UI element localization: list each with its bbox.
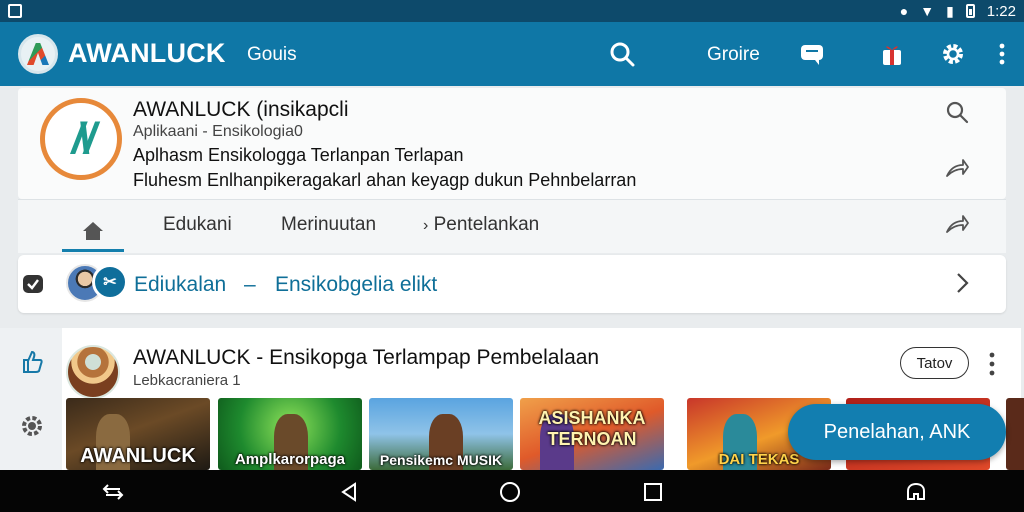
nav-recents-icon[interactable] [640,479,666,505]
gear-icon[interactable] [937,38,969,70]
thumbnail-2[interactable]: Amplkarorpaga [218,398,362,470]
app-bar: AWANLUCK Gouis Groire [0,22,1024,86]
edukasi-title: Ediukalan [134,273,227,296]
nav-swap-icon[interactable] [100,479,126,505]
thumbnail-4[interactable]: ASISHANKA TERNOAN [520,398,664,470]
team-avatar-icon[interactable]: ✂ [92,264,128,300]
genre-menu[interactable]: Groire [707,44,760,66]
nav-back-icon[interactable] [336,479,362,505]
thumbnail-2-caption: Amplkarorpaga [234,451,346,468]
clock-text: 1:22 [986,2,1016,20]
tab-share-icon[interactable] [941,208,973,240]
thumbnail-1[interactable]: AWANLUCK [66,398,210,470]
tab-edukani[interactable]: Edukani [163,214,232,236]
nav-assistant-icon[interactable] [903,479,929,505]
chevron-right-icon: › [423,217,429,234]
nav-home-icon[interactable] [497,479,523,505]
wifi-icon: ▼ [920,3,935,19]
thumbnail-1-caption: AWANLUCK [80,445,196,467]
tab-pentelankan[interactable]: › Pentelankan [423,214,539,236]
follow-button[interactable]: Tatov [900,347,969,379]
post-title: AWANLUCK - Ensikopga Terlampap Pembelala… [133,346,600,369]
battery-icon [965,4,975,18]
signal-icon: ▮ [946,3,954,19]
app-title: AWANLUCK [68,38,226,68]
profile-title: AWANLUCK (insikapcli [133,98,349,121]
cast-icon[interactable] [796,38,828,70]
tab-home[interactable] [64,210,122,252]
tab-merinuutan[interactable]: Merinuutan [281,214,376,236]
profile-avatar[interactable]: /\/ [40,98,122,180]
status-bar: ● ▼ ▮ 1:22 [0,0,1024,22]
tab-pentelankan-label: Pentelankan [433,214,540,235]
chevron-right-icon[interactable] [946,267,978,299]
learn-fab-button[interactable]: Penelahan, ANK [788,404,1006,460]
badge-icon [22,273,44,295]
alarm-icon: ● [899,3,909,19]
profile-subtitle: Aplikaani - Ensikologia0 [133,123,303,140]
share-icon[interactable] [941,152,973,184]
thumbnail-3-caption: Pensikemc MUSIK [379,452,503,468]
post-more-icon[interactable] [984,350,1000,378]
post-subtitle: Lebkacraniera 1 [133,372,241,389]
thumbnail-3[interactable]: Pensikemc MUSIK [369,398,513,470]
thumbnail-4-caption: ASISHANKA TERNOAN [538,408,646,449]
app-screen: ● ▼ ▮ 1:22 AWANLUCK Gouis Groire /\/ AWA… [0,0,1024,512]
tab-active-indicator [62,249,124,252]
post-avatar[interactable] [66,345,120,399]
profile-search-icon[interactable] [941,96,973,128]
edukasi-subtitle: Ensikobgelia elikt [275,273,438,296]
like-icon[interactable] [16,346,48,378]
more-vert-icon[interactable] [986,38,1018,70]
search-icon[interactable] [606,38,638,70]
settings-icon[interactable] [16,410,48,442]
app-subtitle-link[interactable]: Gouis [247,44,297,66]
app-logo[interactable] [18,34,58,74]
thumbnail-7[interactable] [1006,398,1024,470]
profile-description-2: Fluhesm Enlhanpikeragakarl ahan keyagp d… [133,170,637,190]
notification-icon [8,4,22,18]
gift-icon[interactable] [876,38,908,70]
profile-description-1: Aplhasm Ensikologga Terlanpan Terlapan [133,145,464,165]
edukasi-separator: – [244,273,256,296]
